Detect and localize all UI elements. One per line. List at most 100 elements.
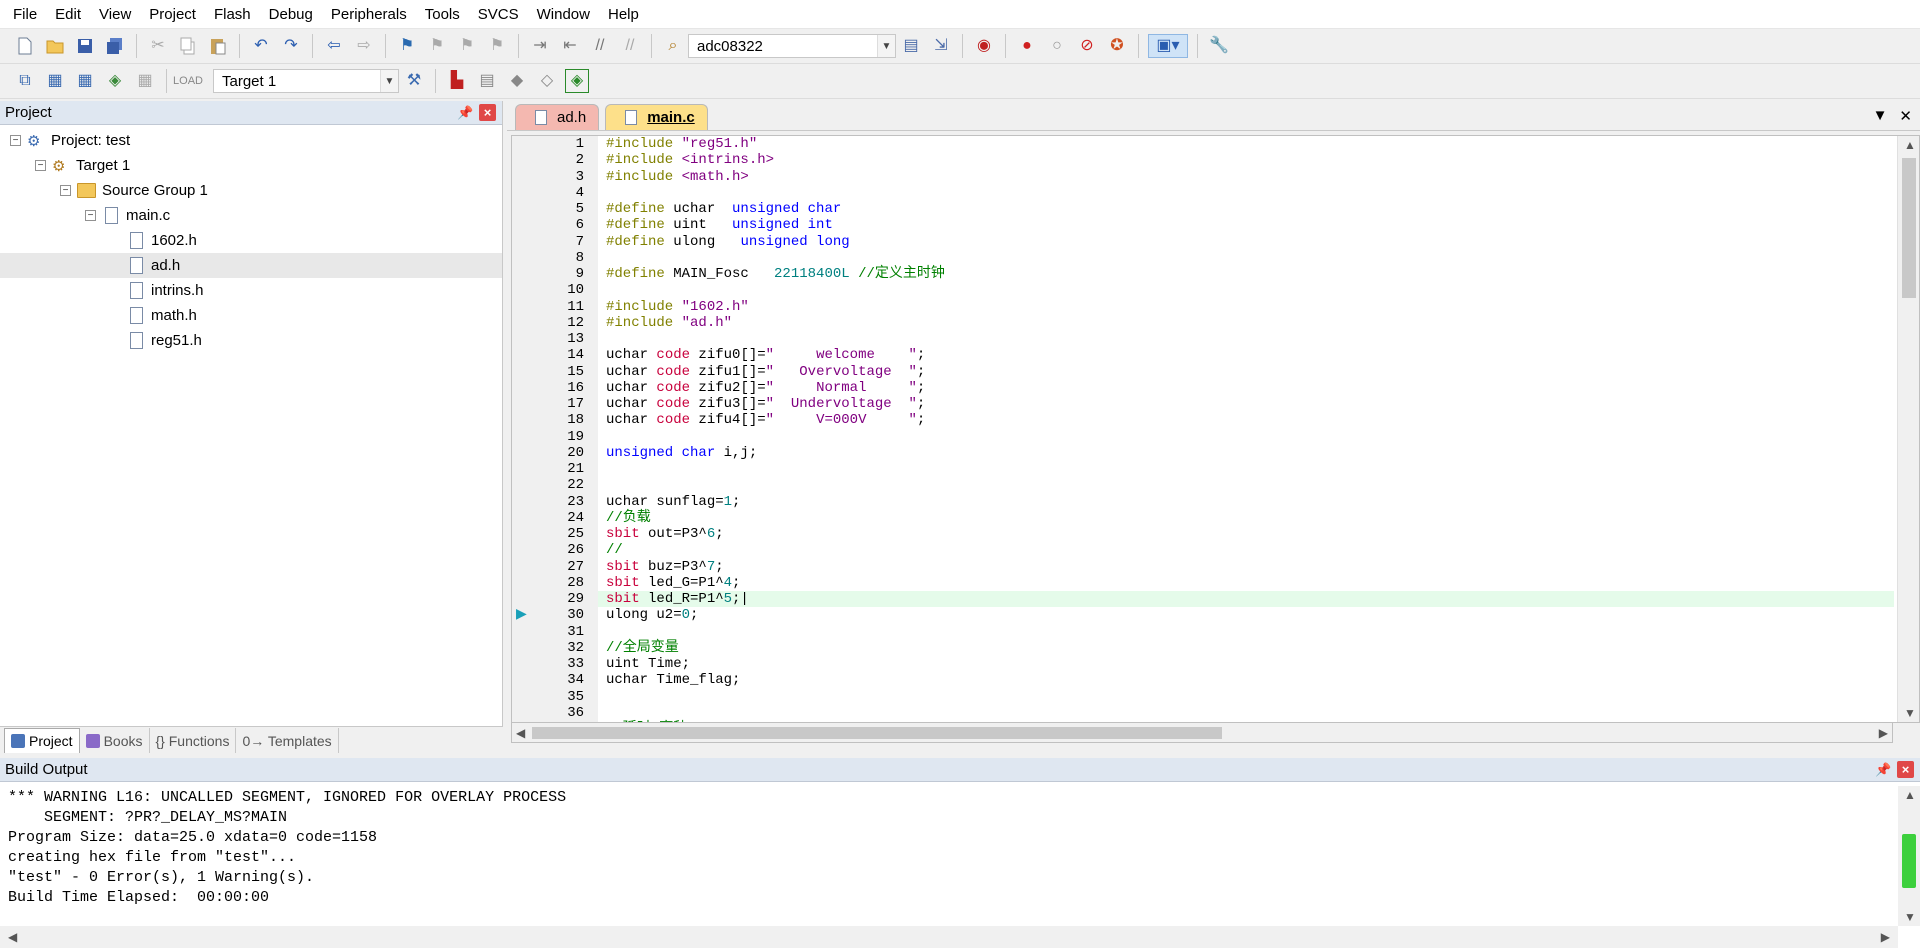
tree-item[interactable]: 1602.h [0, 228, 502, 253]
menu-flash[interactable]: Flash [205, 0, 260, 29]
manage-components-icon[interactable]: ▙ [445, 69, 469, 93]
code-line[interactable]: #define uchar unsigned char [606, 201, 945, 217]
manage-rte-icon[interactable]: ◆ [505, 69, 529, 93]
tab-templates[interactable]: 0→ Templates [236, 728, 339, 753]
tab-list-dropdown-icon[interactable]: ▼ [1873, 107, 1888, 125]
code-line[interactable]: #include "ad.h" [606, 315, 945, 331]
save-icon[interactable] [73, 34, 97, 58]
build-output-horizontal-scrollbar[interactable]: ◀ ▶ [0, 926, 1898, 948]
code-line[interactable]: uchar sunflag=1; [606, 494, 945, 510]
code-line[interactable]: #define ulong unsigned long [606, 234, 945, 250]
code-line[interactable]: #include <intrins.h> [606, 152, 945, 168]
file-extensions-icon[interactable]: ▤ [475, 69, 499, 93]
menu-svcs[interactable]: SVCS [469, 0, 528, 29]
menu-tools[interactable]: Tools [416, 0, 469, 29]
close-icon[interactable]: × [479, 104, 496, 121]
menu-help[interactable]: Help [599, 0, 648, 29]
scroll-right-icon[interactable]: ▶ [1879, 726, 1888, 740]
build-output-text[interactable]: *** WARNING L16: UNCALLED SEGMENT, IGNOR… [8, 788, 566, 908]
unindent-icon[interactable]: ⇤ [558, 34, 582, 58]
scroll-left-icon[interactable]: ◀ [8, 930, 17, 944]
code-line[interactable]: ulong u2=0; [606, 607, 945, 623]
wrench-icon[interactable]: 🔧 [1207, 34, 1231, 58]
collapse-icon[interactable]: − [35, 160, 46, 171]
tab-functions[interactable]: {} Functions [150, 728, 237, 753]
close-icon[interactable]: × [1897, 761, 1914, 778]
scroll-thumb[interactable] [1902, 158, 1916, 298]
code-line[interactable] [606, 185, 945, 201]
code-line[interactable]: uchar code zifu3[]=" Undervoltage "; [606, 396, 945, 412]
code-line[interactable] [606, 250, 945, 266]
code-line[interactable]: #define uint unsigned int [606, 217, 945, 233]
tree-item[interactable]: ad.h [0, 253, 502, 278]
breakpoint-icon[interactable]: ● [1015, 34, 1039, 58]
options-for-target-icon[interactable]: ⚒ [402, 69, 426, 93]
comment-icon[interactable]: // [588, 34, 612, 58]
code-line[interactable]: uint Time; [606, 656, 945, 672]
scroll-thumb[interactable] [532, 727, 1222, 739]
tree-item[interactable]: − main.c [0, 203, 502, 228]
tree-item[interactable]: intrins.h [0, 278, 502, 303]
code-line[interactable]: sbit buz=P3^7; [606, 559, 945, 575]
code-line[interactable]: #include <math.h> [606, 169, 945, 185]
translate-icon[interactable]: ⧉ [13, 69, 37, 93]
menu-window[interactable]: Window [528, 0, 599, 29]
select-packs-icon[interactable]: ◈ [565, 69, 589, 93]
editor-vertical-scrollbar[interactable]: ▲ ▼ [1897, 136, 1919, 722]
incremental-find-icon[interactable]: ⇲ [929, 34, 953, 58]
code-line[interactable] [606, 461, 945, 477]
code-line[interactable] [606, 282, 945, 298]
tree-item[interactable]: − Source Group 1 [0, 178, 502, 203]
redo-icon[interactable]: ↷ [279, 34, 303, 58]
bookmark-prev-icon[interactable]: ⚑ [425, 34, 449, 58]
device-combo[interactable]: adc08322 ▼ [688, 34, 896, 58]
nav-forward-icon[interactable]: ⇨ [352, 34, 376, 58]
code-line[interactable]: //负载 [606, 510, 945, 526]
scroll-down-icon[interactable]: ▼ [1904, 706, 1916, 720]
code-editor[interactable]: ▶ 1 2 3 4 5 6 7 8 9 10 11 12 13 14 15 16 17 18 19 20 21 22 23 2… [511, 135, 1920, 723]
chevron-down-icon[interactable]: ▼ [380, 70, 398, 92]
cut-icon[interactable]: ✂ [146, 34, 170, 58]
tab-books[interactable]: Books [80, 728, 150, 753]
code-line[interactable]: uchar code zifu1[]=" Overvoltage "; [606, 364, 945, 380]
target-combo[interactable]: Target 1 ▼ [213, 69, 399, 93]
menu-edit[interactable]: Edit [46, 0, 90, 29]
code-line[interactable] [606, 689, 945, 705]
code-line[interactable] [606, 429, 945, 445]
build-icon[interactable]: ▦ [43, 69, 67, 93]
collapse-icon[interactable]: − [85, 210, 96, 221]
code-line[interactable]: uchar Time_flag; [606, 672, 945, 688]
new-file-icon[interactable] [13, 34, 37, 58]
scroll-down-icon[interactable]: ▼ [1904, 910, 1916, 924]
code-line[interactable]: #include "1602.h" [606, 299, 945, 315]
code-line[interactable]: unsigned char i,j; [606, 445, 945, 461]
code-line[interactable]: sbit out=P3^6; [606, 526, 945, 542]
batch-build-icon[interactable]: ◈ [103, 69, 127, 93]
pack-installer-icon[interactable]: ◇ [535, 69, 559, 93]
collapse-icon[interactable]: − [10, 135, 21, 146]
code-line[interactable]: // [606, 542, 945, 558]
menu-file[interactable]: File [4, 0, 46, 29]
collapse-icon[interactable]: − [60, 185, 71, 196]
tree-item[interactable]: − ⚙ Project: test [0, 128, 502, 153]
menu-project[interactable]: Project [140, 0, 205, 29]
code-text[interactable]: #include "reg51.h" #include <intrins.h> #i… [606, 136, 945, 722]
code-line[interactable]: uchar code zifu4[]=" V=000V "; [606, 412, 945, 428]
bookmark-clear-icon[interactable]: ⚑ [485, 34, 509, 58]
tree-item[interactable]: reg51.h [0, 328, 502, 353]
code-line[interactable]: uchar code zifu2[]=" Normal "; [606, 380, 945, 396]
find-in-files-icon[interactable]: ⌕ [661, 34, 685, 58]
uncomment-icon[interactable]: // [618, 34, 642, 58]
code-line[interactable] [606, 477, 945, 493]
menu-view[interactable]: View [90, 0, 140, 29]
code-line[interactable]: sbit led_G=P1^4; [606, 575, 945, 591]
build-output-vertical-scrollbar[interactable]: ▲ ▼ [1898, 786, 1920, 926]
scroll-right-icon[interactable]: ▶ [1881, 930, 1890, 944]
code-line[interactable] [606, 624, 945, 640]
scroll-left-icon[interactable]: ◀ [516, 726, 525, 740]
rebuild-icon[interactable]: ▦ [73, 69, 97, 93]
tab-ad-h[interactable]: ad.h [515, 104, 600, 130]
tab-main-c[interactable]: main.c [605, 104, 708, 130]
close-editor-icon[interactable]: ✕ [1899, 107, 1912, 125]
indent-icon[interactable]: ⇥ [528, 34, 552, 58]
